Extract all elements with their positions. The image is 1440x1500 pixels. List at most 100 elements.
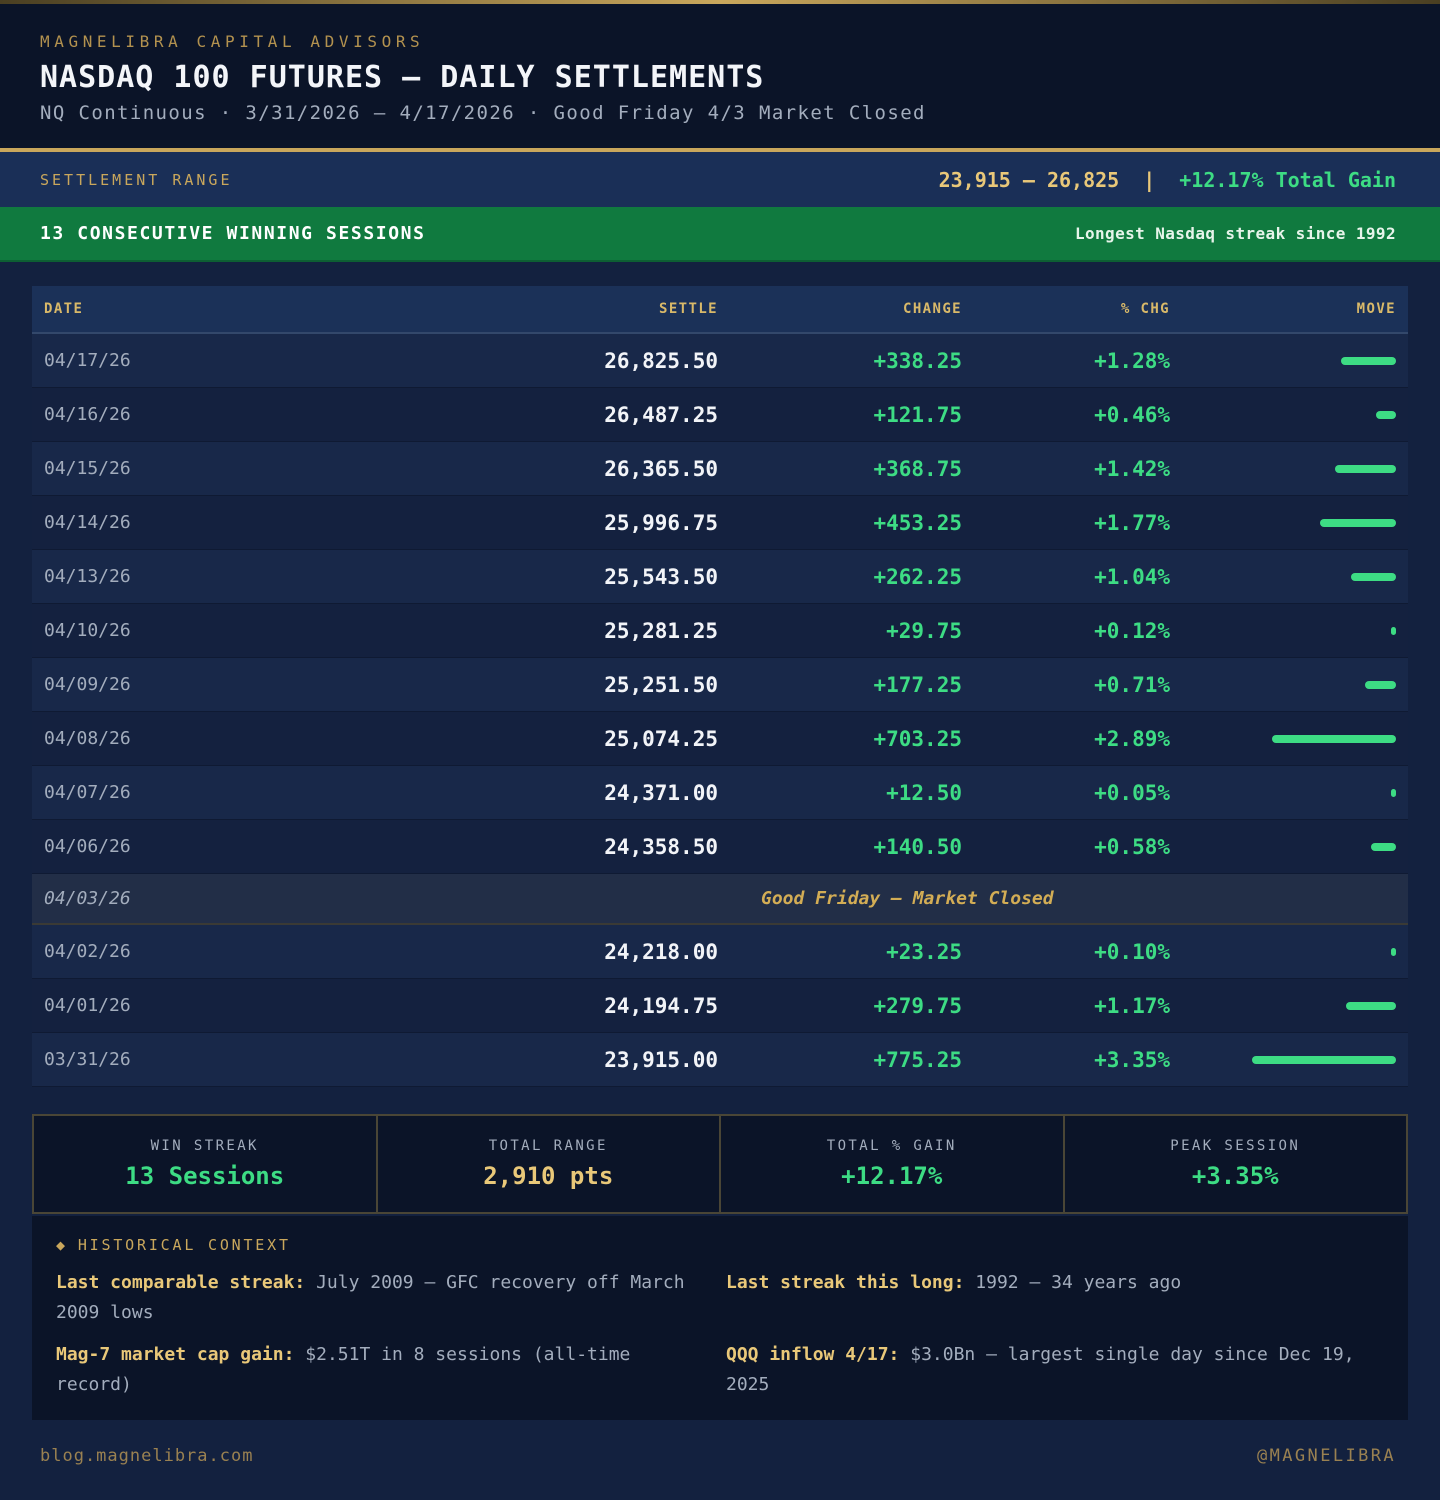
row-move-cell: [1335, 442, 1396, 495]
blog-link[interactable]: blog.magnelibra.com: [40, 1446, 253, 1466]
row-change: +368.75: [873, 456, 962, 481]
stat-value: 13 Sessions: [125, 1162, 285, 1190]
row-settle: 24,218.00: [604, 939, 718, 964]
stat-total-gain: TOTAL % GAIN +12.17%: [721, 1116, 1065, 1212]
page-title: NASDAQ 100 FUTURES — DAILY SETTLEMENTS: [40, 60, 765, 95]
move-bar: [1346, 1001, 1396, 1010]
row-move-cell: [1391, 766, 1396, 819]
move-bar: [1252, 1055, 1396, 1064]
row-change: +121.75: [873, 402, 962, 427]
row-date: 04/16/26: [44, 404, 131, 425]
history-item: Last comparable streak: July 2009 — GFC …: [56, 1268, 696, 1328]
row-settle: 26,365.50: [604, 456, 718, 481]
row-settle: 25,281.25: [604, 618, 718, 643]
row-pct-change: +0.58%: [1094, 834, 1170, 859]
row-settle: 24,371.00: [604, 780, 718, 805]
row-move-cell: [1391, 604, 1396, 657]
row-pct-change: +1.04%: [1094, 564, 1170, 589]
table-row: 04/13/26 25,543.50 +262.25 +1.04%: [32, 550, 1408, 604]
row-date: 04/01/26: [44, 995, 131, 1016]
diamond-icon: ◆: [56, 1236, 68, 1254]
row-pct-change: +0.05%: [1094, 780, 1170, 805]
table-row-closed: 04/03/26 Good Friday — Market Closed: [32, 874, 1408, 925]
row-move-cell: [1272, 712, 1396, 765]
range-value: 23,915 — 26,825: [938, 167, 1120, 192]
row-pct-change: +0.12%: [1094, 618, 1170, 643]
row-move-cell: [1351, 550, 1396, 603]
row-settle: 25,251.50: [604, 672, 718, 697]
history-item: QQQ inflow 4/17: $3.0Bn — largest single…: [726, 1340, 1366, 1400]
streak-banner: 13 CONSECUTIVE WINNING SESSIONS Longest …: [0, 207, 1440, 262]
brand-name: MAGNELIBRA CAPITAL ADVISORS: [40, 32, 425, 51]
row-pct-change: +0.46%: [1094, 402, 1170, 427]
stat-peak-session: PEAK SESSION +3.35%: [1065, 1116, 1407, 1212]
table-row: 04/06/26 24,358.50 +140.50 +0.58%: [32, 820, 1408, 874]
move-bar: [1391, 788, 1396, 797]
row-change: +12.50: [886, 780, 962, 805]
table-row: 04/17/26 26,825.50 +338.25 +1.28%: [32, 334, 1408, 388]
row-date: 03/31/26: [44, 1049, 131, 1070]
row-pct-change: +1.42%: [1094, 456, 1170, 481]
row-date: 04/15/26: [44, 458, 131, 479]
row-date: 04/14/26: [44, 512, 131, 533]
row-pct-change: +3.35%: [1094, 1047, 1170, 1072]
row-settle: 26,825.50: [604, 348, 718, 373]
row-date: 04/02/26: [44, 941, 131, 962]
row-pct-change: +0.71%: [1094, 672, 1170, 697]
row-move-cell: [1346, 979, 1396, 1032]
move-bar: [1335, 464, 1396, 473]
row-change: +453.25: [873, 510, 962, 535]
settlements-table: DATE SETTLE CHANGE % CHG MOVE 04/17/26 26…: [32, 286, 1408, 1087]
row-pct-change: +1.17%: [1094, 993, 1170, 1018]
history-item-label: Last comparable streak:: [56, 1272, 306, 1293]
streak-note: Longest Nasdaq streak since 1992: [1074, 224, 1396, 243]
stat-label: TOTAL % GAIN: [826, 1138, 957, 1154]
row-pct-change: +2.89%: [1094, 726, 1170, 751]
row-move-cell: [1252, 1033, 1396, 1086]
move-bar: [1391, 947, 1396, 956]
stat-label: WIN STREAK: [150, 1138, 259, 1154]
stat-win-streak: WIN STREAK 13 Sessions: [34, 1116, 378, 1212]
row-change: +338.25: [873, 348, 962, 373]
row-date: 04/03/26: [44, 888, 131, 909]
table-header: DATE SETTLE CHANGE % CHG MOVE: [32, 286, 1408, 334]
move-bar: [1371, 842, 1396, 851]
table-row: 04/10/26 25,281.25 +29.75 +0.12%: [32, 604, 1408, 658]
row-move-cell: [1376, 388, 1396, 441]
stat-total-range: TOTAL RANGE 2,910 pts: [378, 1116, 721, 1212]
social-handle-link[interactable]: @MAGNELIBRA: [1257, 1446, 1396, 1466]
history-item-label: Last streak this long:: [726, 1272, 965, 1293]
row-pct-change: +0.10%: [1094, 939, 1170, 964]
row-change: +140.50: [873, 834, 962, 859]
table-row: 04/08/26 25,074.25 +703.25 +2.89%: [32, 712, 1408, 766]
row-change: +775.25: [873, 1047, 962, 1072]
streak-headline: 13 CONSECUTIVE WINNING SESSIONS: [40, 223, 426, 244]
historical-context-panel: ◆ HISTORICAL CONTEXT Last comparable stre…: [32, 1216, 1408, 1420]
historical-context-heading: HISTORICAL CONTEXT: [77, 1236, 291, 1254]
row-settle: 26,487.25: [604, 402, 718, 427]
row-date: 04/09/26: [44, 674, 131, 695]
row-move-cell: [1365, 658, 1396, 711]
move-bar: [1320, 518, 1396, 527]
history-item-label: Mag-7 market cap gain:: [56, 1344, 295, 1365]
range-summary: 23,915 — 26,825 | +12.17% Total Gain: [939, 168, 1396, 192]
move-bar: [1376, 410, 1396, 419]
settlement-range-bar: SETTLEMENT RANGE 23,915 — 26,825 | +12.1…: [0, 152, 1440, 207]
move-bar: [1272, 734, 1396, 743]
range-separator: |: [1143, 167, 1156, 192]
table-row: 04/01/26 24,194.75 +279.75 +1.17%: [32, 979, 1408, 1033]
history-item: Last streak this long: 1992 — 34 years a…: [726, 1268, 1366, 1298]
stat-label: TOTAL RANGE: [488, 1138, 608, 1154]
total-gain: +12.17% Total Gain: [1179, 167, 1396, 192]
row-date: 04/13/26: [44, 566, 131, 587]
table-body: 04/17/26 26,825.50 +338.25 +1.28% 04/16/26 26…: [32, 334, 1408, 1087]
row-settle: 24,358.50: [604, 834, 718, 859]
stat-value: 2,910 pts: [483, 1162, 614, 1190]
table-row: 04/16/26 26,487.25 +121.75 +0.46%: [32, 388, 1408, 442]
row-settle: 25,543.50: [604, 564, 718, 589]
table-row: 04/02/26 24,218.00 +23.25 +0.10%: [32, 925, 1408, 979]
row-date: 04/10/26: [44, 620, 131, 641]
table-row: 04/14/26 25,996.75 +453.25 +1.77%: [32, 496, 1408, 550]
row-change: +703.25: [873, 726, 962, 751]
row-settle: 25,074.25: [604, 726, 718, 751]
